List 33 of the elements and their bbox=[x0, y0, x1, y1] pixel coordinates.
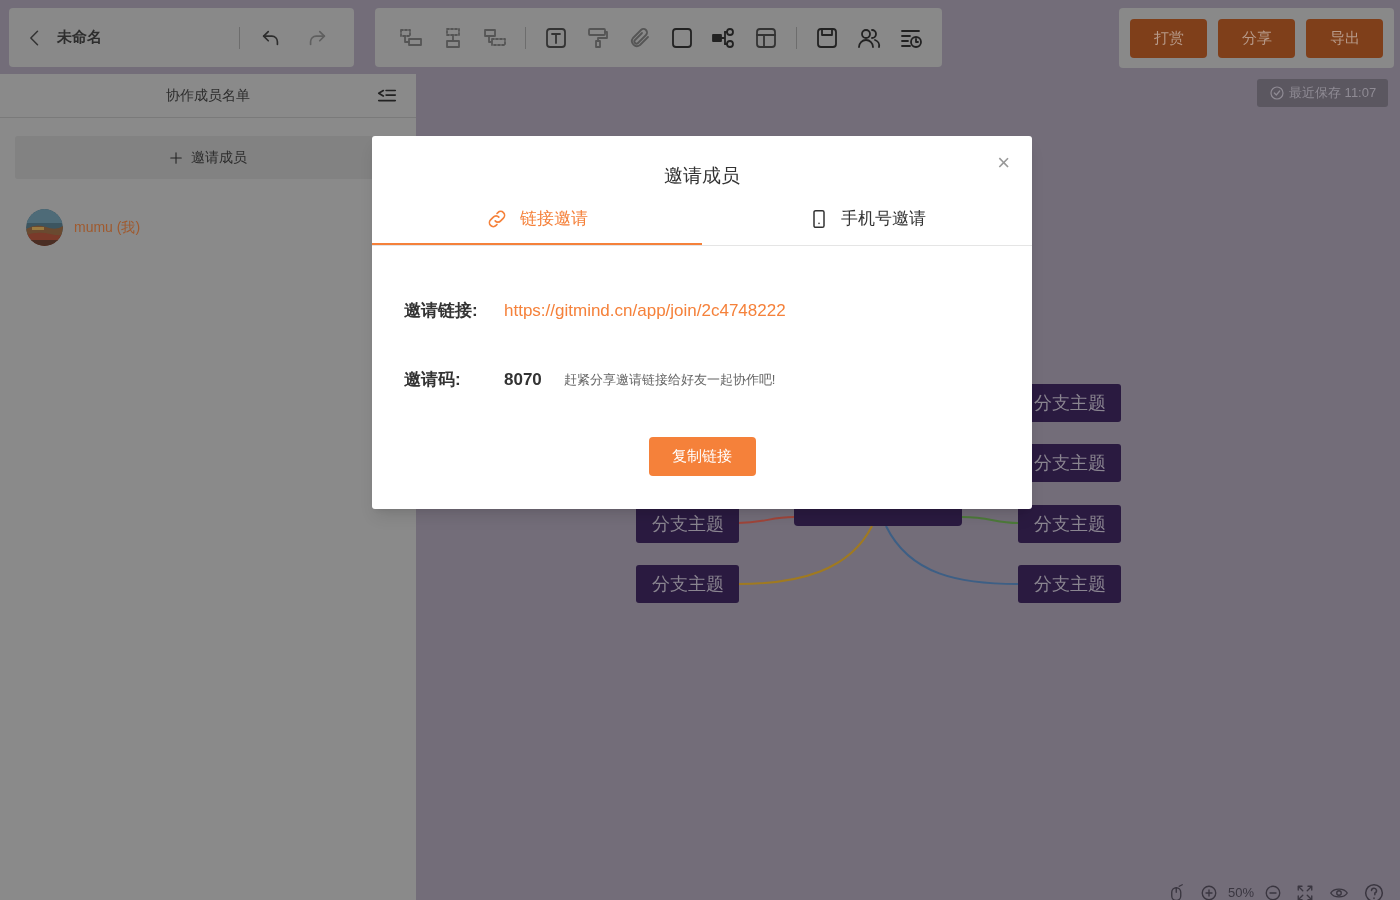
zoom-out-icon[interactable] bbox=[1264, 884, 1283, 900]
action-button[interactable]: 打赏 bbox=[1130, 18, 1207, 58]
dialog-tab[interactable]: 链接邀请 bbox=[372, 194, 702, 245]
document-title[interactable]: 未命名 bbox=[57, 26, 227, 49]
field-label: 邀请码: bbox=[404, 369, 462, 392]
structure-icon[interactable] bbox=[712, 25, 736, 50]
dialog-tab[interactable]: 手机号邀请 bbox=[702, 194, 1032, 245]
dialog-title: 邀请成员 bbox=[664, 163, 740, 188]
check-circle-icon bbox=[1269, 85, 1285, 101]
field-label: 邀请链接: bbox=[404, 300, 479, 323]
format-painter-icon[interactable] bbox=[586, 25, 610, 50]
fit-screen-icon[interactable] bbox=[1296, 884, 1315, 900]
topic-node[interactable]: 分支主题 bbox=[1018, 565, 1121, 603]
zoom-level: 50% bbox=[1228, 884, 1255, 900]
zoom-in-icon[interactable] bbox=[1200, 884, 1218, 900]
copy-link-button[interactable]: 复制链接 bbox=[648, 437, 756, 476]
save-icon[interactable] bbox=[815, 25, 839, 50]
plus-icon bbox=[169, 150, 183, 165]
attachment-icon[interactable] bbox=[628, 25, 652, 50]
topic-node[interactable]: 分支主题 bbox=[636, 565, 739, 603]
invite-code: 8070 bbox=[504, 369, 542, 392]
help-icon[interactable] bbox=[1364, 883, 1385, 900]
hint-text: 赶紧分享邀请链接给好友一起协作吧! bbox=[563, 371, 776, 390]
border-icon[interactable] bbox=[670, 25, 694, 50]
text-icon[interactable] bbox=[544, 25, 568, 50]
mouse-icon[interactable] bbox=[1168, 884, 1186, 900]
action-button[interactable]: 导出 bbox=[1306, 18, 1383, 58]
sidebar-title: 协作成员名单 bbox=[166, 86, 250, 105]
action-button[interactable]: 分享 bbox=[1218, 18, 1295, 58]
close-button[interactable]: × bbox=[997, 152, 1010, 174]
layout-icon[interactable] bbox=[754, 25, 778, 50]
invite-link[interactable]: https://gitmind.cn/app/join/2c4748222 bbox=[504, 298, 786, 324]
topic-node[interactable]: 分支主题 bbox=[1018, 505, 1121, 543]
